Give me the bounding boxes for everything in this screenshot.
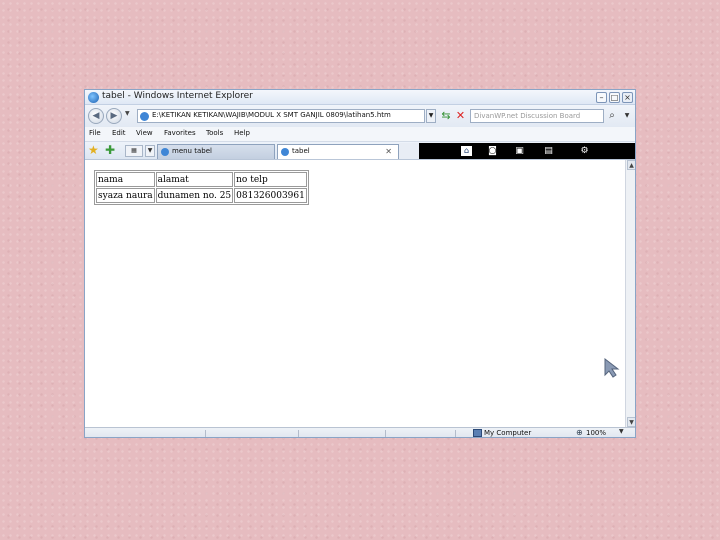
close-tab-icon[interactable]: ✕ bbox=[385, 145, 392, 158]
favorites-tab-bar: ★ ✚ ▦ ▼ menu tabel tabel ✕ ⌂ ◙ ▣ ▤ ⚙ » bbox=[85, 142, 635, 160]
window-title: tabel - Windows Internet Explorer bbox=[102, 91, 253, 101]
address-input[interactable]: E:\KETIKAN KETIKAN\WAJIB\MODUL X SMT GAN… bbox=[137, 109, 425, 123]
forward-arrow-icon[interactable]: ▶ bbox=[106, 108, 122, 124]
table-cell: syaza naura bbox=[96, 188, 155, 203]
tab-tabel[interactable]: tabel ✕ bbox=[277, 144, 399, 159]
table-header-row: nama alamat no telp bbox=[96, 172, 307, 187]
star-icon[interactable]: ★ bbox=[88, 143, 99, 157]
tab-label: tabel bbox=[292, 147, 310, 155]
address-toolbar: ◀ ▶ ▼ E:\KETIKAN KETIKAN\WAJIB\MODUL X S… bbox=[85, 105, 635, 127]
menu-help[interactable]: Help bbox=[234, 129, 250, 137]
ie-icon bbox=[88, 92, 99, 103]
print-icon[interactable]: ▣ bbox=[514, 146, 525, 156]
security-zone: My Computer bbox=[484, 429, 532, 437]
status-divider bbox=[298, 430, 299, 437]
page-icon bbox=[161, 148, 169, 156]
table-header-cell: nama bbox=[96, 172, 155, 187]
browser-window: tabel - Windows Internet Explorer – □ × … bbox=[84, 89, 636, 438]
search-dropdown-icon[interactable]: ▼ bbox=[622, 108, 632, 124]
title-bar: tabel - Windows Internet Explorer – □ × bbox=[85, 90, 635, 105]
quick-tabs-button[interactable]: ▦ bbox=[125, 145, 143, 157]
data-table: nama alamat no telp syaza naura dunamen … bbox=[94, 170, 309, 205]
zoom-icon[interactable]: ⊕ bbox=[576, 428, 583, 437]
vertical-scrollbar[interactable]: ▲ ▼ bbox=[625, 160, 635, 427]
status-bar: My Computer ⊕ 100% ▼ bbox=[85, 427, 635, 437]
command-bar: ⌂ ◙ ▣ ▤ ⚙ bbox=[419, 143, 635, 159]
search-input[interactable]: DivanWP.net Discussion Board bbox=[470, 109, 604, 123]
table-row: syaza naura dunamen no. 25 081326003961 bbox=[96, 188, 307, 203]
page-content: nama alamat no telp syaza naura dunamen … bbox=[85, 160, 625, 427]
new-tab-button[interactable] bbox=[399, 143, 419, 159]
minimize-button[interactable]: – bbox=[596, 92, 607, 103]
address-url[interactable]: E:\KETIKAN KETIKAN\WAJIB\MODUL X SMT GAN… bbox=[152, 111, 391, 119]
tab-label: menu tabel bbox=[172, 147, 212, 155]
status-divider bbox=[455, 430, 456, 437]
status-divider bbox=[205, 430, 206, 437]
add-favorite-icon[interactable]: ✚ bbox=[105, 143, 115, 157]
page-icon bbox=[140, 112, 149, 121]
search-icon[interactable]: ⌕ bbox=[605, 108, 619, 124]
tools-icon[interactable]: ⚙ bbox=[579, 146, 590, 156]
zoom-dropdown-icon[interactable]: ▼ bbox=[619, 428, 624, 435]
refresh-icon[interactable]: ⇆ bbox=[439, 108, 453, 124]
menu-edit[interactable]: Edit bbox=[112, 129, 126, 137]
scroll-down-icon[interactable]: ▼ bbox=[627, 417, 635, 427]
search-placeholder: DivanWP.net Discussion Board bbox=[474, 112, 581, 120]
computer-icon bbox=[473, 429, 482, 437]
menu-bar: File Edit View Favorites Tools Help bbox=[85, 127, 635, 142]
tab-list-dropdown[interactable]: ▼ bbox=[145, 145, 155, 157]
scroll-up-icon[interactable]: ▲ bbox=[627, 160, 635, 170]
table-cell: 081326003961 bbox=[234, 188, 307, 203]
page-icon bbox=[281, 148, 289, 156]
menu-file[interactable]: File bbox=[89, 129, 101, 137]
table-header-cell: no telp bbox=[234, 172, 307, 187]
menu-tools[interactable]: Tools bbox=[206, 129, 223, 137]
toolbar-overflow-icon[interactable]: » bbox=[625, 144, 630, 153]
home-icon[interactable]: ⌂ bbox=[461, 146, 472, 156]
history-dropdown-icon[interactable]: ▼ bbox=[125, 110, 130, 117]
status-divider bbox=[385, 430, 386, 437]
address-dropdown-button[interactable]: ▼ bbox=[426, 109, 436, 123]
back-arrow-icon[interactable]: ◀ bbox=[88, 108, 104, 124]
menu-favorites[interactable]: Favorites bbox=[164, 129, 196, 137]
maximize-button[interactable]: □ bbox=[609, 92, 620, 103]
stop-icon[interactable]: ✕ bbox=[454, 108, 467, 123]
close-button[interactable]: × bbox=[622, 92, 633, 103]
table-header-cell: alamat bbox=[155, 172, 234, 187]
menu-view[interactable]: View bbox=[136, 129, 153, 137]
page-menu-icon[interactable]: ▤ bbox=[543, 146, 554, 156]
zoom-level[interactable]: 100% bbox=[586, 429, 606, 437]
tab-menu-tabel[interactable]: menu tabel bbox=[157, 144, 275, 159]
feeds-icon[interactable]: ◙ bbox=[487, 146, 498, 156]
table-cell: dunamen no. 25 bbox=[155, 188, 234, 203]
